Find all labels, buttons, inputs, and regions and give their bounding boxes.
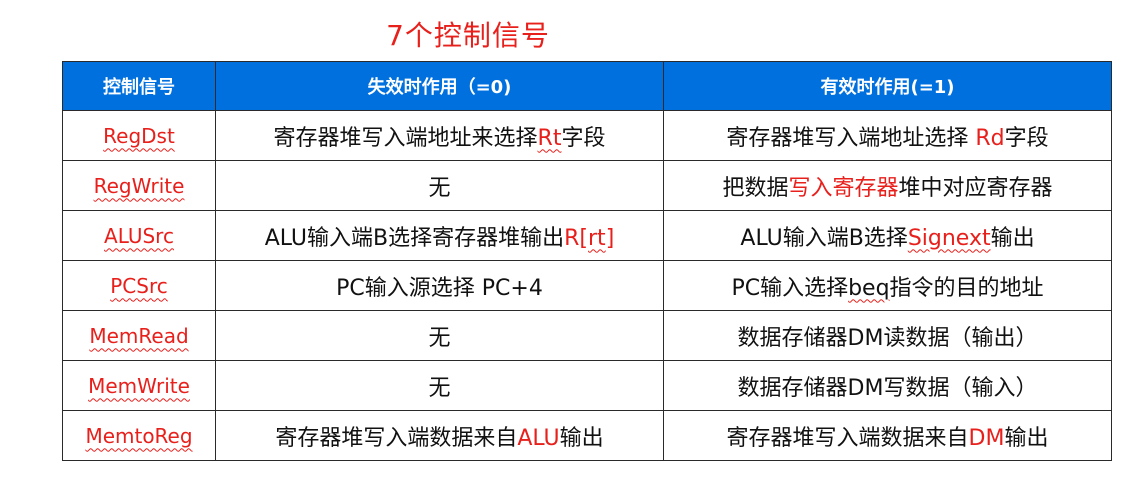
cell-text-segment: 输出 <box>1004 425 1049 451</box>
cell-text-segment: DM <box>968 425 1005 451</box>
cell-text-segment: 指令的目的地址 <box>889 275 1044 301</box>
valid-effect-cell: 寄存器堆写入端地址选择 Rd字段 <box>663 110 1112 161</box>
valid-effect-cell: PC输入选择beq指令的目的地址 <box>663 260 1112 311</box>
table-row: RegDst 寄存器堆写入端地址来选择Rt字段 寄存器堆写入端地址选择 Rd字段 <box>62 110 1112 161</box>
table-row: RegWrite 无 把数据写入寄存器堆中对应寄存器 <box>62 160 1112 211</box>
cell-text-segment: ALU <box>517 425 560 451</box>
cell-text-segment: 字段 <box>561 125 606 151</box>
cell-text-segment: 输出 <box>559 425 604 451</box>
table-row: MemWrite 无 数据存储器DM写数据（输入） <box>62 360 1112 411</box>
cell-text-segment: Signext <box>907 225 991 251</box>
header-signal: 控制信号 <box>62 61 216 111</box>
cell-text-segment: 无 <box>428 175 451 201</box>
page-title: 7个控制信号 <box>386 19 550 52</box>
cell-text-segment: 写入寄存器 <box>788 175 899 201</box>
signal-name-cell: RegDst <box>62 110 216 161</box>
cell-text-segment: 数据存储器DM读数据（输出） <box>737 325 1038 351</box>
cell-text-segment: 无 <box>428 375 451 401</box>
signal-name-cell: PCSrc <box>62 260 216 311</box>
invalid-effect-cell: PC输入源选择 PC+4 <box>215 260 664 311</box>
table-header-row: 控制信号 失效时作用（=0) 有效时作用(=1) <box>62 61 1112 111</box>
cell-text-segment: 寄存器堆写入端数据来自 <box>275 425 518 451</box>
valid-effect-cell: 把数据写入寄存器堆中对应寄存器 <box>663 160 1112 211</box>
table-row: MemtoReg 寄存器堆写入端数据来自ALU输出 寄存器堆写入端数据来自DM输出 <box>62 410 1112 461</box>
control-signal-table: 控制信号 失效时作用（=0) 有效时作用(=1) RegDst 寄存器堆写入端地址… <box>62 61 1112 461</box>
header-valid-effect: 有效时作用(=1) <box>663 61 1112 111</box>
cell-text-segment: PC输入选择 <box>731 275 849 301</box>
cell-text-segment: 字段 <box>1004 125 1049 151</box>
invalid-effect-cell: 寄存器堆写入端地址来选择Rt字段 <box>215 110 664 161</box>
cell-text-segment: 把数据 <box>722 175 789 201</box>
table-row: ALUSrc ALU输入端B选择寄存器堆输出R[rt] ALU输入端B选择Signe… <box>62 210 1112 261</box>
table-row: PCSrc PC输入源选择 PC+4 PC输入选择beq指令的目的地址 <box>62 260 1112 311</box>
cell-text-segment: Rd <box>975 125 1005 151</box>
cell-text-segment: 堆中对应寄存器 <box>898 175 1053 201</box>
cell-text-segment: ] <box>605 225 615 251</box>
cell-text-segment: rt <box>588 225 606 251</box>
cell-text-segment: 寄存器堆写入端地址来选择 <box>273 125 538 151</box>
valid-effect-cell: 寄存器堆写入端数据来自DM输出 <box>663 410 1112 461</box>
signal-name-cell: MemWrite <box>62 360 216 411</box>
invalid-effect-cell: ALU输入端B选择寄存器堆输出R[rt] <box>215 210 664 261</box>
cell-text-segment: ALU输入端B选择寄存器堆输出 <box>264 225 565 251</box>
cell-text-segment: R[ <box>564 225 589 251</box>
valid-effect-cell: 数据存储器DM读数据（输出） <box>663 310 1112 361</box>
cell-text-segment: beq <box>848 275 890 301</box>
signal-name-cell: RegWrite <box>62 160 216 211</box>
signal-name-cell: MemRead <box>62 310 216 361</box>
signal-name-cell: ALUSrc <box>62 210 216 261</box>
cell-text-segment: 数据存储器DM写数据（输入） <box>737 375 1038 401</box>
valid-effect-cell: ALU输入端B选择Signext输出 <box>663 210 1112 261</box>
cell-text-segment: 输出 <box>990 225 1035 251</box>
valid-effect-cell: 数据存储器DM写数据（输入） <box>663 360 1112 411</box>
cell-text-segment: 寄存器堆写入端数据来自 <box>726 425 969 451</box>
cell-text-segment: PC输入源选择 PC+4 <box>336 275 543 301</box>
cell-text-segment: 无 <box>428 325 451 351</box>
invalid-effect-cell: 无 <box>215 360 664 411</box>
invalid-effect-cell: 无 <box>215 310 664 361</box>
cell-text-segment: Rt <box>537 125 562 151</box>
header-invalid-effect: 失效时作用（=0) <box>215 61 664 111</box>
cell-text-segment: 寄存器堆写入端地址选择 <box>726 125 976 151</box>
invalid-effect-cell: 寄存器堆写入端数据来自ALU输出 <box>215 410 664 461</box>
table-row: MemRead 无 数据存储器DM读数据（输出） <box>62 310 1112 361</box>
invalid-effect-cell: 无 <box>215 160 664 211</box>
signal-name-cell: MemtoReg <box>62 410 216 461</box>
cell-text-segment: ALU输入端B选择 <box>740 225 908 251</box>
